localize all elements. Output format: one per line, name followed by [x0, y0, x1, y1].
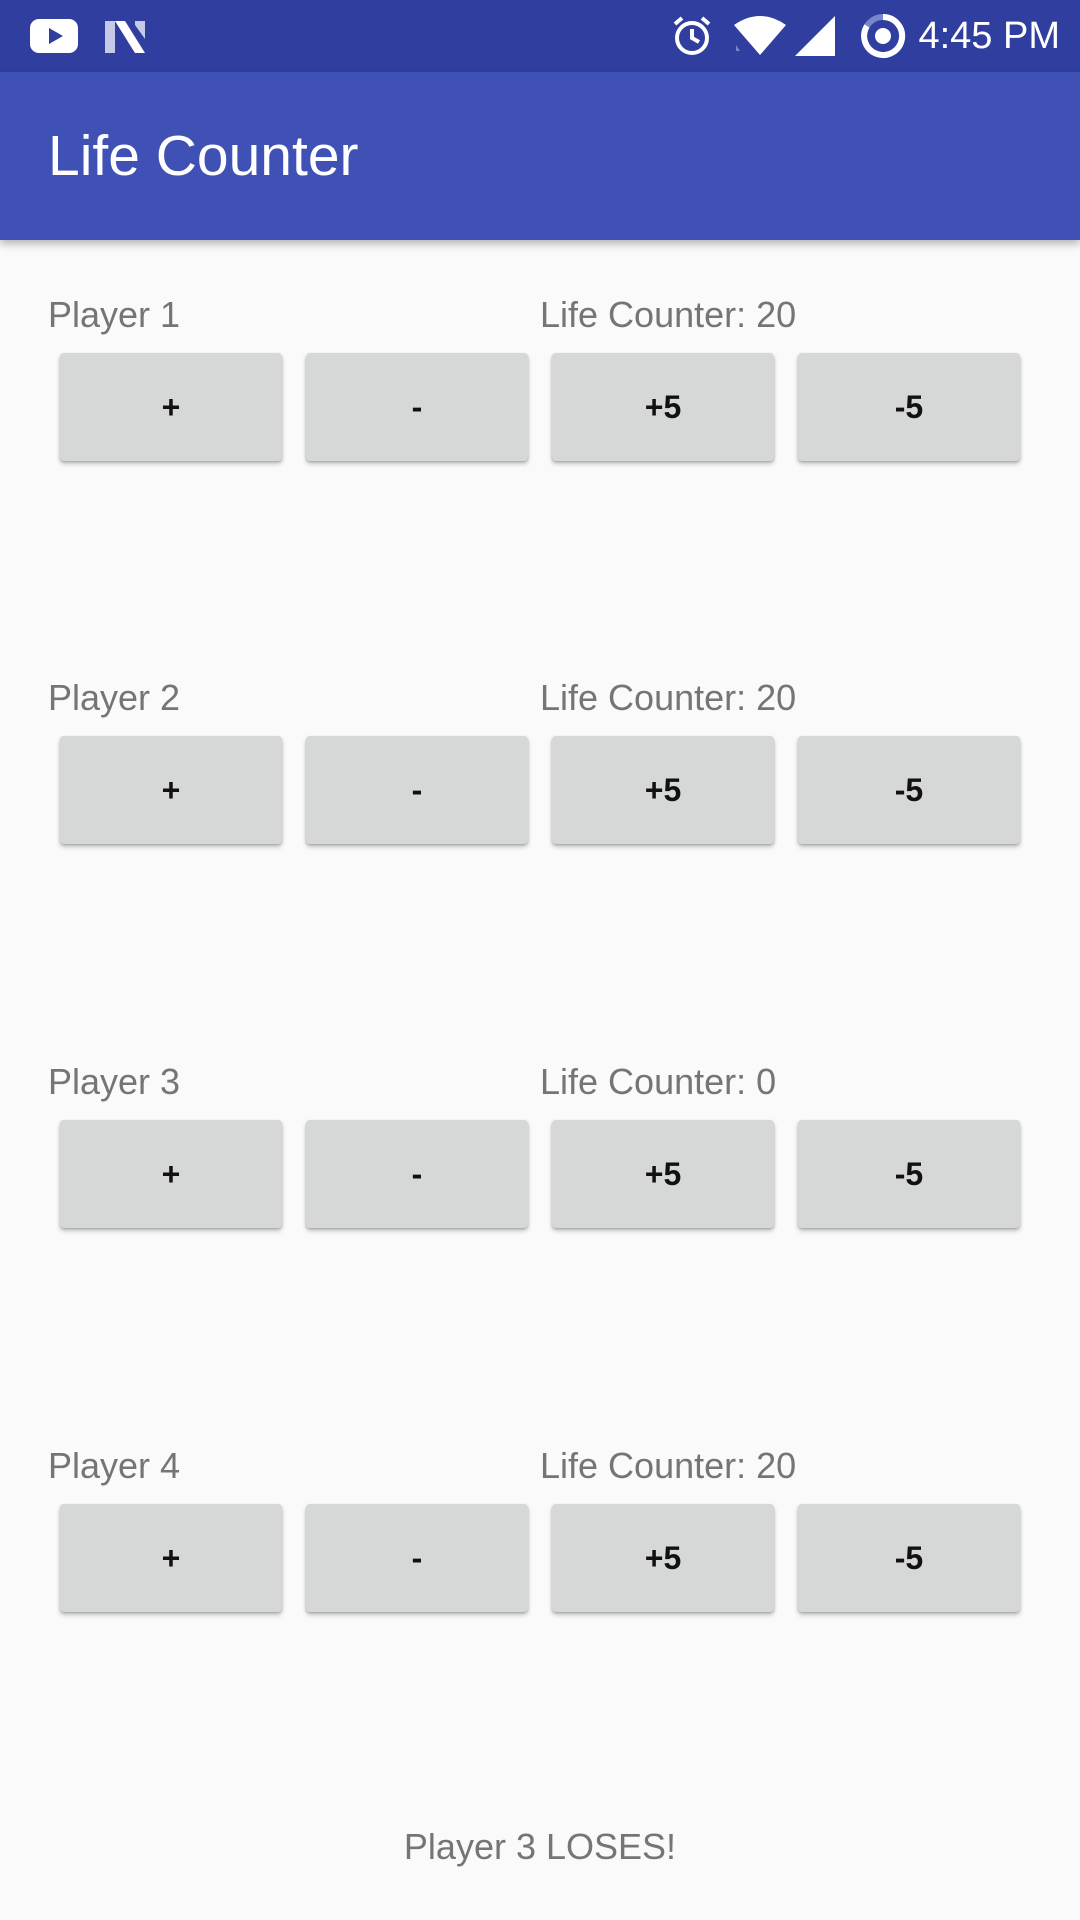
plus-one-button[interactable]: + — [60, 1504, 282, 1612]
plus-five-button[interactable]: +5 — [552, 353, 774, 461]
minus-one-button[interactable]: - — [306, 736, 528, 844]
minus-one-button[interactable]: - — [306, 353, 528, 461]
player-name: Player 3 — [48, 1061, 181, 1102]
plus-one-button[interactable]: + — [60, 353, 282, 461]
life-counter-label: Life Counter: 0 — [540, 1061, 777, 1102]
life-counter-label: Life Counter: 20 — [540, 1445, 797, 1486]
result-message: Player 3 LOSES! — [403, 1826, 677, 1867]
life-counter-label: Life Counter: 20 — [540, 677, 797, 718]
player-row: Player 3 Life Counter: 0 + - +5 -5 — [0, 1060, 1080, 1260]
youtube-icon — [28, 0, 80, 72]
minus-five-button[interactable]: -5 — [798, 736, 1020, 844]
minus-five-button[interactable]: -5 — [798, 1120, 1020, 1228]
status-bar: 4:45 PM — [0, 0, 1080, 72]
player-row: Player 1 Life Counter: 20 + - +5 -5 — [0, 293, 1080, 493]
n-logo-icon — [102, 0, 148, 72]
plus-five-button[interactable]: +5 — [552, 1120, 774, 1228]
minus-five-button[interactable]: -5 — [798, 1504, 1020, 1612]
app-bar: Life Counter — [0, 72, 1080, 240]
alarm-icon — [668, 0, 716, 72]
plus-five-button[interactable]: +5 — [552, 736, 774, 844]
life-counter-label: Life Counter: 20 — [540, 294, 797, 335]
player-name: Player 1 — [48, 294, 181, 335]
player-name: Player 2 — [48, 677, 181, 718]
wifi-icon — [732, 0, 788, 72]
status-time: 4:45 PM — [918, 14, 1060, 57]
plus-five-button[interactable]: +5 — [552, 1504, 774, 1612]
player-name: Player 4 — [48, 1445, 181, 1486]
minus-one-button[interactable]: - — [306, 1120, 528, 1228]
player-row: Player 2 Life Counter: 20 + - +5 -5 — [0, 676, 1080, 876]
sync-icon — [858, 0, 908, 72]
player-row: Player 4 Life Counter: 20 + - +5 -5 — [0, 1444, 1080, 1644]
signal-icon — [792, 0, 838, 72]
plus-one-button[interactable]: + — [60, 736, 282, 844]
minus-five-button[interactable]: -5 — [798, 353, 1020, 461]
plus-one-button[interactable]: + — [60, 1120, 282, 1228]
app-title: Life Counter — [48, 124, 359, 188]
minus-one-button[interactable]: - — [306, 1504, 528, 1612]
